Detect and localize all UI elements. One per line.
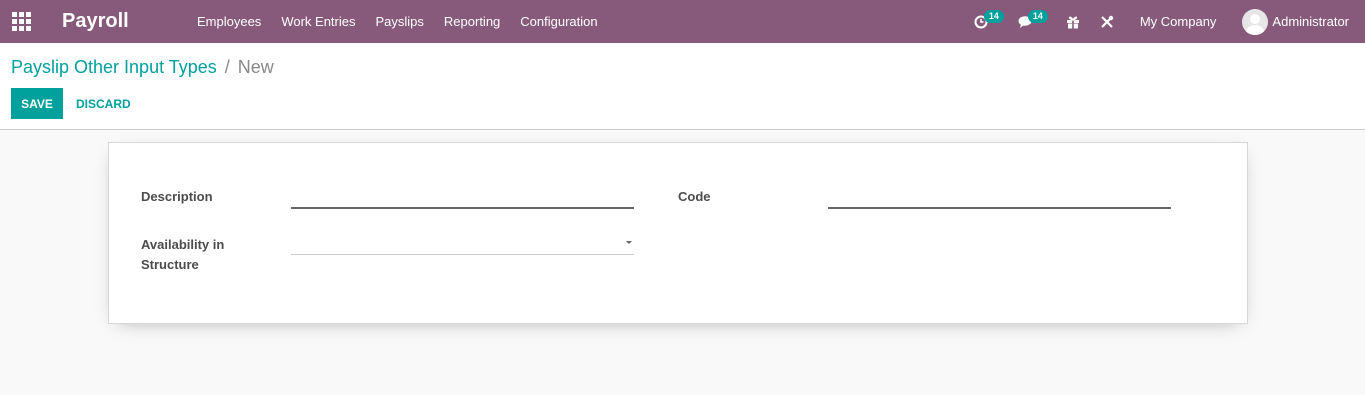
code-label: Code	[678, 189, 711, 204]
discard-button[interactable]: DISCARD	[66, 88, 141, 119]
activity-menu[interactable]: 14	[974, 0, 1004, 43]
avatar	[1242, 8, 1269, 35]
control-panel: Payslip Other Input Types / New SAVE DIS…	[0, 43, 1365, 130]
gift-menu[interactable]	[1066, 0, 1080, 43]
debug-menu[interactable]	[1100, 0, 1114, 43]
company-switcher[interactable]: My Company	[1140, 14, 1217, 29]
user-name: Administrator	[1272, 14, 1349, 29]
apps-grid-icon[interactable]	[10, 11, 32, 33]
message-count-badge: 14	[1027, 10, 1048, 23]
description-label: Description	[141, 189, 213, 204]
availability-label: Availability in Structure	[141, 237, 225, 272]
code-input[interactable]	[828, 185, 1171, 209]
menu-item-reporting[interactable]: Reporting	[434, 0, 510, 43]
systray: 14 14 My Company Administrator	[954, 0, 1365, 43]
messages-menu[interactable]: 14	[1018, 0, 1048, 43]
tools-icon	[1101, 15, 1114, 28]
description-input[interactable]	[291, 185, 634, 209]
main-menu: Employees Work Entries Payslips Reportin…	[187, 0, 608, 43]
breadcrumb-parent[interactable]: Payslip Other Input Types	[11, 57, 217, 78]
app-brand[interactable]: Payroll	[62, 10, 172, 33]
menu-item-employees[interactable]: Employees	[187, 0, 271, 43]
menu-item-payslips[interactable]: Payslips	[365, 0, 433, 43]
form-sheet: Description Code Availability in Structu…	[108, 142, 1248, 324]
menu-item-configuration[interactable]: Configuration	[510, 0, 607, 43]
caret-down-icon[interactable]	[626, 241, 632, 244]
gift-icon	[1066, 16, 1079, 28]
menu-item-work-entries[interactable]: Work Entries	[271, 0, 365, 43]
availability-select[interactable]	[291, 231, 634, 255]
activity-count-badge: 14	[983, 10, 1004, 23]
user-menu[interactable]: Administrator	[1242, 8, 1349, 35]
breadcrumb-separator: /	[224, 57, 230, 77]
top-navbar: Payroll Employees Work Entries Payslips …	[0, 0, 1365, 43]
breadcrumb-current: New	[237, 57, 274, 77]
breadcrumb: Payslip Other Input Types / New	[11, 57, 274, 78]
save-button[interactable]: SAVE	[11, 88, 63, 119]
